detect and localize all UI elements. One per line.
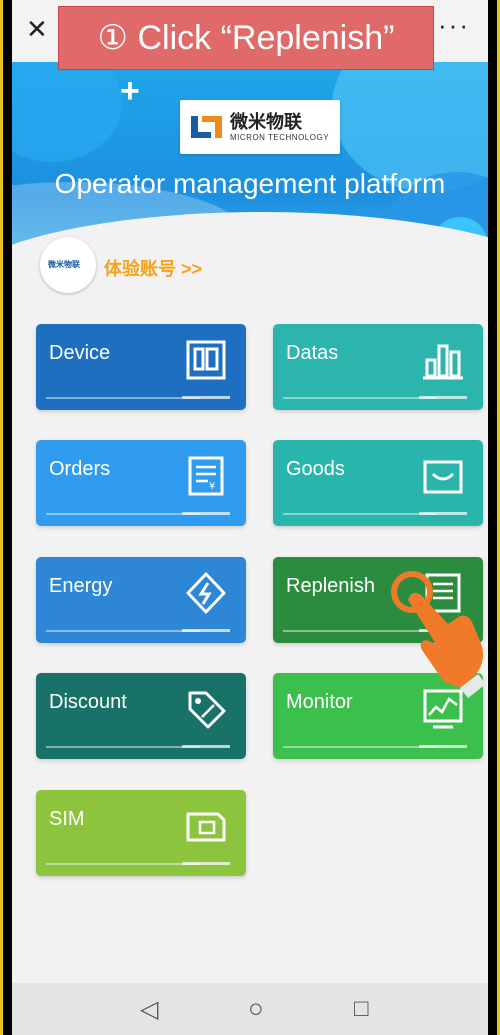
logo-mark-icon [191, 116, 222, 138]
tile-underline [283, 513, 437, 515]
tile-sim[interactable]: SIM [36, 790, 246, 876]
tile-label: Discount [49, 691, 127, 713]
tile-discount[interactable]: Discount [36, 673, 246, 759]
back-icon[interactable]: ◁ [140, 995, 168, 1023]
bar-chart-icon [423, 344, 463, 380]
receipt-icon: ¥ [188, 456, 224, 496]
tile-underline-accent [419, 396, 467, 399]
tile-label: Datas [286, 342, 339, 364]
basket-icon [423, 460, 463, 494]
device-icon [186, 340, 226, 380]
tag-icon [188, 691, 226, 729]
tile-label: Device [49, 342, 111, 364]
trial-account-avatar[interactable]: 微米物联 [40, 237, 96, 293]
tile-label: Goods [286, 458, 345, 480]
tile-label: Energy [49, 575, 113, 597]
tile-underline [46, 397, 200, 399]
bottom-nav-bar: ◁ ○ □ [12, 983, 488, 1035]
tile-underline [46, 630, 200, 632]
close-icon[interactable]: ✕ [26, 14, 48, 44]
phone-screen: ✕ 迹 ··· + 微米物联 MICRON TECHNOLOGY Operato… [12, 0, 488, 1035]
tile-underline [46, 746, 200, 748]
trial-account-link[interactable]: 体验账号 >> [104, 255, 202, 281]
energy-icon [186, 572, 226, 614]
recent-apps-icon[interactable]: □ [354, 995, 382, 1023]
tile-underline [46, 863, 200, 865]
tile-underline-accent [419, 512, 467, 515]
trial-avatar-text: 微米物联 [48, 260, 80, 269]
tile-underline-accent [419, 745, 467, 748]
tile-orders[interactable]: Orders ¥ [36, 440, 246, 526]
tile-underline-accent [182, 629, 230, 632]
tile-underline [283, 397, 437, 399]
tile-label: SIM [49, 808, 85, 830]
tile-underline [283, 746, 437, 748]
tile-underline-accent [182, 862, 230, 865]
platform-title: Operator management platform [54, 168, 446, 199]
tile-underline [46, 513, 200, 515]
logo-chinese-text: 微米物联 [230, 112, 302, 132]
tap-hand-icon [391, 571, 486, 698]
header-banner: + 微米物联 MICRON TECHNOLOGY Operator manage… [12, 62, 488, 304]
tile-underline-accent [182, 745, 230, 748]
tile-datas[interactable]: Datas [273, 324, 483, 410]
more-icon[interactable]: ··· [438, 10, 470, 41]
tile-label: Orders [49, 458, 111, 480]
company-logo: 微米物联 MICRON TECHNOLOGY [180, 100, 340, 154]
svg-text:¥: ¥ [209, 481, 215, 492]
home-icon[interactable]: ○ [248, 993, 276, 1023]
tile-energy[interactable]: Energy [36, 557, 246, 643]
tile-goods[interactable]: Goods [273, 440, 483, 526]
tile-underline-accent [182, 396, 230, 399]
tile-underline-accent [182, 512, 230, 515]
tile-label: Monitor [286, 691, 353, 713]
logo-english-text: MICRON TECHNOLOGY [230, 133, 330, 142]
plus-decoration-icon: + [120, 72, 140, 110]
tile-label: Replenish [286, 575, 375, 597]
instruction-banner: ① Click “Replenish” [58, 6, 434, 70]
left-frame-edge [0, 0, 3, 1035]
tile-device[interactable]: Device [36, 324, 246, 410]
sim-card-icon [186, 812, 226, 842]
banner-blob [12, 62, 122, 162]
